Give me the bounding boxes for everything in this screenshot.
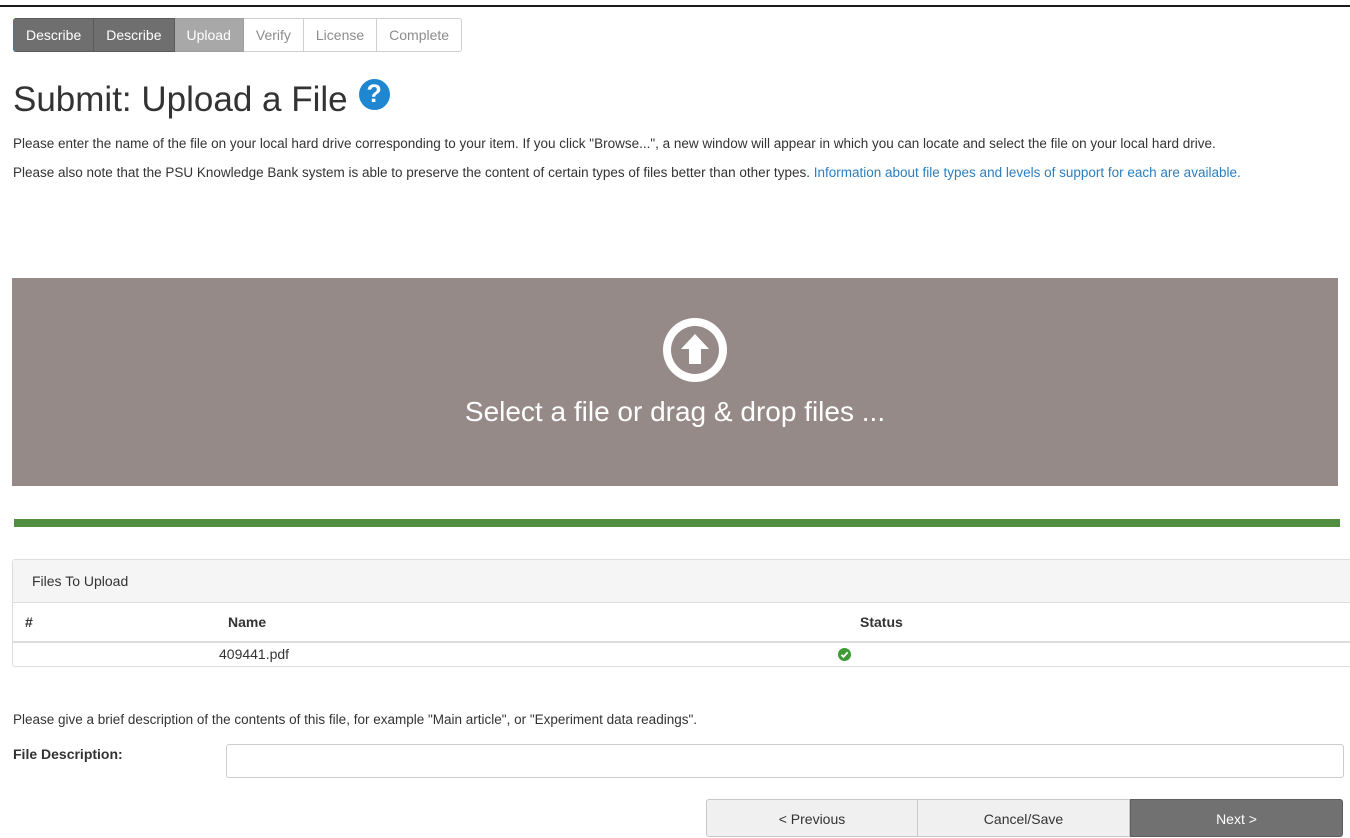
file-description-input[interactable] (226, 744, 1344, 778)
step-complete: Complete (377, 18, 463, 52)
check-mark-icon (840, 651, 849, 659)
upload-arrow-icon (681, 334, 709, 364)
column-header-status: Status (860, 614, 903, 630)
intro-paragraph-1: Please enter the name of the file on you… (13, 136, 1216, 151)
next-button[interactable]: Next > (1130, 799, 1343, 837)
intro-paragraph-2-text: Please also note that the PSU Knowledge … (13, 165, 814, 180)
upload-icon-inner (671, 326, 719, 374)
help-icon[interactable]: ? (358, 78, 390, 110)
page-title: Submit: Upload a File (13, 80, 348, 119)
file-description-prompt: Please give a brief description of the c… (13, 712, 698, 727)
check-circle-icon (838, 648, 851, 661)
table-row: 409441.pdf (13, 643, 1350, 666)
column-header-name: Name (228, 614, 267, 630)
intro-text: Please enter the name of the file on you… (13, 134, 1338, 192)
file-types-info-link[interactable]: Information about file types and levels … (814, 165, 1241, 180)
files-panel-heading: Files To Upload (13, 560, 1350, 603)
column-header-number: # (25, 614, 33, 630)
file-name: 409441.pdf (219, 646, 290, 662)
step-license: License (303, 18, 378, 52)
step-verify: Verify (243, 18, 304, 52)
intro-paragraph-2: Please also note that the PSU Knowledge … (13, 163, 1338, 182)
file-dropzone[interactable]: Select a file or drag & drop files ... (12, 278, 1338, 486)
page-title-wrapper: Submit: Upload a File ? (13, 78, 390, 122)
files-table-header: # Name Status (13, 603, 1350, 643)
top-divider (0, 5, 1350, 7)
file-description-label: File Description: (13, 746, 123, 762)
step-describe-2[interactable]: Describe (94, 18, 175, 52)
upload-progress-bar (14, 519, 1340, 527)
previous-button[interactable]: < Previous (706, 799, 918, 837)
dropzone-label: Select a file or drag & drop files ... (464, 396, 886, 427)
cancel-save-button[interactable]: Cancel/Save (918, 799, 1130, 837)
upload-circle-icon (663, 318, 727, 382)
files-to-upload-panel: Files To Upload # Name Status 409441.pdf (12, 559, 1350, 667)
submission-progress-steps: Describe Describe Upload Verify License … (13, 18, 463, 52)
step-describe-1[interactable]: Describe (13, 18, 95, 52)
step-upload[interactable]: Upload (174, 18, 244, 52)
